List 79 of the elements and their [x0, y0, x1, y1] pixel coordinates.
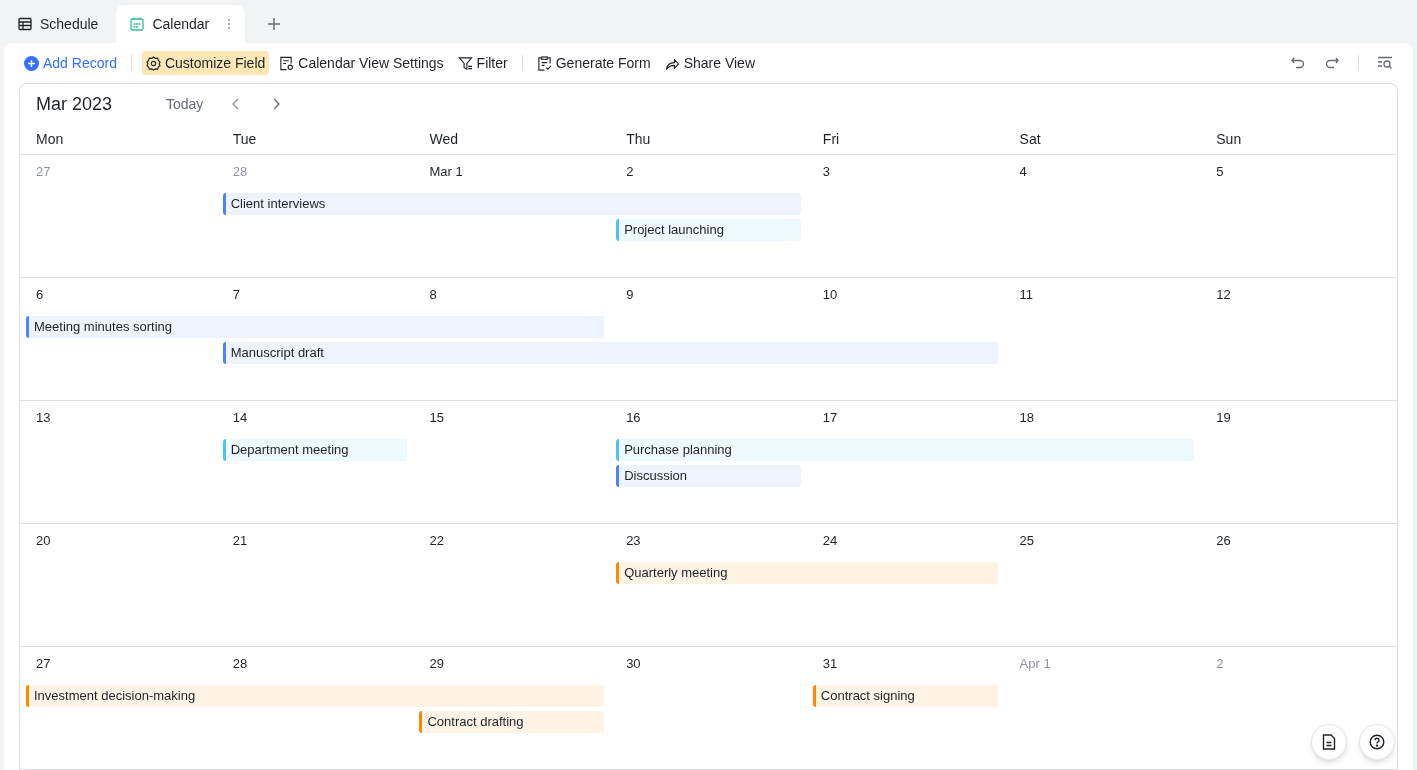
- redo-icon[interactable]: [1324, 55, 1340, 71]
- day-number: 6: [35, 286, 45, 304]
- day-number: 27: [35, 163, 52, 181]
- day-number: 25: [1018, 532, 1036, 550]
- day-number: 14: [231, 409, 249, 427]
- weekday-header: Sat: [1018, 129, 1042, 149]
- event-bar[interactable]: Quarterly meeting: [616, 562, 998, 584]
- day-number: 9: [625, 286, 635, 304]
- day-number: 13: [35, 409, 52, 427]
- day-number: 28: [231, 163, 249, 181]
- weekday-header: Thu: [625, 129, 652, 149]
- tab[interactable]: Calendar: [116, 5, 246, 43]
- day-number: 10: [821, 286, 839, 304]
- undo-icon[interactable]: [1290, 55, 1306, 71]
- event-bar[interactable]: Project launching: [616, 219, 801, 241]
- day-number: 24: [821, 532, 839, 550]
- event-bar[interactable]: Contract drafting: [419, 711, 605, 733]
- day-number: 26: [1215, 532, 1232, 550]
- gear-icon: [145, 55, 161, 71]
- day-number: 2: [625, 163, 635, 181]
- filter-icon: [457, 55, 473, 71]
- day-number: 28: [231, 655, 249, 673]
- day-number: Apr 1: [1018, 655, 1052, 673]
- event-bar[interactable]: Meeting minutes sorting: [26, 316, 605, 338]
- day-number: Mar 1: [428, 163, 464, 181]
- day-number: 17: [821, 409, 839, 427]
- event-bar[interactable]: Contract signing: [812, 685, 998, 707]
- event-bar[interactable]: Client interviews: [222, 193, 801, 215]
- day-number: 29: [428, 655, 445, 673]
- day-number: 20: [35, 532, 52, 550]
- event-bar[interactable]: Manuscript draft: [222, 342, 998, 364]
- tab[interactable]: Schedule: [4, 5, 113, 43]
- weekday-header: Mon: [35, 129, 65, 149]
- day-number: 18: [1018, 409, 1036, 427]
- day-number: 19: [1215, 409, 1232, 427]
- day-number: 16: [625, 409, 642, 427]
- day-number: 22: [428, 532, 445, 550]
- day-number: 21: [231, 532, 249, 550]
- add-tab-icon[interactable]: [267, 17, 282, 31]
- day-number: 11: [1018, 286, 1035, 304]
- day-number: 5: [1215, 163, 1225, 181]
- event-bar[interactable]: Purchase planning: [616, 439, 1195, 461]
- help-icon: [1369, 734, 1385, 750]
- document-button[interactable]: [1311, 724, 1347, 760]
- weekday-header: Wed: [428, 129, 459, 149]
- day-number: 7: [231, 286, 241, 304]
- toolbar-button[interactable]: Filter: [453, 51, 512, 75]
- day-number: 12: [1215, 286, 1232, 304]
- day-number: 15: [428, 409, 445, 427]
- calendar-icon: [130, 17, 145, 31]
- month-title: Mar 2023: [36, 92, 114, 116]
- day-number: 27: [35, 655, 52, 673]
- event-bar[interactable]: Discussion: [616, 465, 801, 487]
- day-number: 31: [821, 655, 839, 673]
- day-number: 2: [1215, 655, 1225, 673]
- day-number: 3: [821, 163, 832, 181]
- add-icon: [24, 55, 39, 71]
- today-button[interactable]: Today: [164, 93, 206, 115]
- weekday-header: Tue: [231, 129, 258, 149]
- day-number: 30: [625, 655, 642, 673]
- table-icon: [18, 17, 32, 31]
- help-button[interactable]: [1359, 724, 1395, 760]
- toolbar-button[interactable]: Calendar View Settings: [275, 51, 448, 75]
- weekday-header: Fri: [821, 129, 841, 149]
- next-icon[interactable]: [271, 98, 282, 111]
- clipboard-icon: [536, 55, 552, 71]
- weekday-header: Sun: [1215, 129, 1243, 149]
- toolbar-button[interactable]: Share View: [660, 51, 759, 75]
- event-bar[interactable]: Investment decision-making: [26, 685, 605, 707]
- event-bar[interactable]: Department meeting: [222, 439, 408, 461]
- day-number: 8: [428, 286, 438, 304]
- toolbar-button[interactable]: Generate Form: [532, 51, 655, 75]
- document-icon: [1322, 734, 1336, 750]
- document-gear-icon: [279, 55, 295, 71]
- toolbar-button[interactable]: Customize Field: [141, 51, 270, 75]
- day-number: 4: [1018, 163, 1028, 181]
- search-list-icon[interactable]: [1377, 55, 1393, 71]
- toolbar-button[interactable]: Add Record: [20, 51, 121, 75]
- day-number: 23: [625, 532, 642, 550]
